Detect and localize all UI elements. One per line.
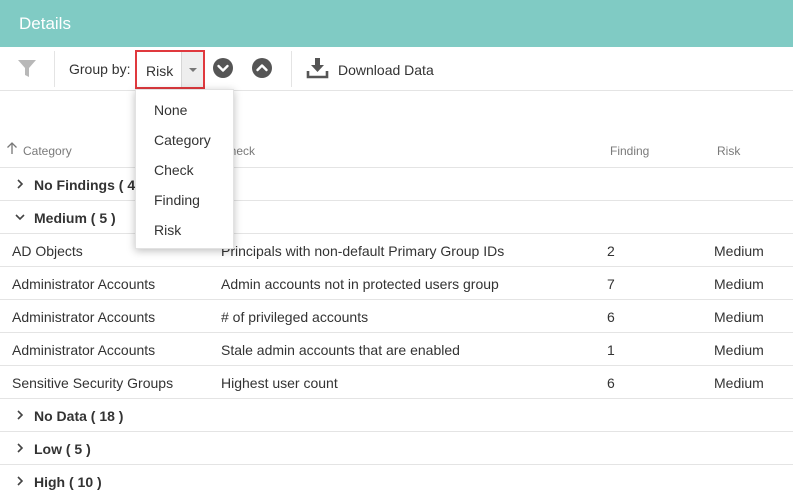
group-label: High ( 10 ) xyxy=(34,474,102,490)
table-header: Category Check Finding Risk xyxy=(0,134,793,168)
chevron-right-icon xyxy=(17,443,24,453)
cell-finding: 7 xyxy=(607,276,615,292)
group-by-select[interactable]: Risk xyxy=(135,50,205,89)
panel-header: Details xyxy=(0,0,793,47)
toolbar: Group by: Risk Download Data xyxy=(0,47,793,91)
group-row-low[interactable]: Low ( 5 ) xyxy=(0,432,793,465)
group-row-no-findings[interactable]: No Findings ( 4 xyxy=(0,168,793,201)
table-row[interactable]: Administrator Accounts Stale admin accou… xyxy=(0,333,793,366)
group-row-medium[interactable]: Medium ( 5 ) xyxy=(0,201,793,234)
cell-check: Admin accounts not in protected users gr… xyxy=(221,276,499,292)
dropdown-arrow-icon[interactable] xyxy=(181,52,203,87)
cell-finding: 6 xyxy=(607,309,615,325)
collapse-all-button[interactable] xyxy=(252,58,272,78)
dropdown-option-finding[interactable]: Finding xyxy=(154,192,200,208)
dropdown-option-risk[interactable]: Risk xyxy=(154,222,181,238)
table-row[interactable]: AD Objects Principals with non-default P… xyxy=(0,234,793,267)
cell-check: Stale admin accounts that are enabled xyxy=(221,342,460,358)
chevron-down-circle-icon xyxy=(217,64,229,72)
cell-category: Administrator Accounts xyxy=(12,342,156,358)
cell-risk: Medium xyxy=(714,375,764,391)
column-header-category[interactable]: Category xyxy=(23,144,72,158)
cell-finding: 2 xyxy=(607,243,615,259)
table-row[interactable]: Administrator Accounts Admin accounts no… xyxy=(0,267,793,300)
cell-category: AD Objects xyxy=(12,243,83,259)
cell-finding: 1 xyxy=(607,342,615,358)
filter-button[interactable] xyxy=(14,58,40,80)
group-label: No Data ( 18 ) xyxy=(34,408,124,424)
cell-finding: 6 xyxy=(607,375,615,391)
cell-risk: Medium xyxy=(714,309,764,325)
group-by-label: Group by: xyxy=(69,61,131,77)
cell-category: Sensitive Security Groups xyxy=(12,375,174,391)
cell-check: # of privileged accounts xyxy=(221,309,369,325)
cell-risk: Medium xyxy=(714,243,764,259)
cell-category: Administrator Accounts xyxy=(12,276,156,292)
group-row-no-data[interactable]: No Data ( 18 ) xyxy=(0,399,793,432)
download-data-label: Download Data xyxy=(338,62,434,78)
download-icon xyxy=(306,58,329,79)
chevron-up-circle-icon xyxy=(256,64,268,72)
toolbar-divider xyxy=(291,51,292,87)
table-row[interactable]: Sensitive Security Groups Highest user c… xyxy=(0,366,793,399)
group-label: No Findings ( 4 xyxy=(34,177,136,193)
dropdown-option-category[interactable]: Category xyxy=(154,132,211,148)
arrow-up-icon[interactable] xyxy=(6,141,18,155)
group-row-high[interactable]: High ( 10 ) xyxy=(0,465,793,490)
cell-risk: Medium xyxy=(714,276,764,292)
filter-icon xyxy=(18,60,36,77)
group-label: Medium ( 5 ) xyxy=(34,210,116,226)
column-header-risk[interactable]: Risk xyxy=(717,144,740,158)
chevron-right-icon xyxy=(17,179,24,189)
table-row[interactable]: Administrator Accounts # of privileged a… xyxy=(0,300,793,333)
chevron-right-icon xyxy=(17,476,24,486)
group-label: Low ( 5 ) xyxy=(34,441,91,457)
column-header-finding[interactable]: Finding xyxy=(610,144,649,158)
group-by-dropdown: None Category Check Finding Risk xyxy=(135,89,234,249)
panel-title: Details xyxy=(19,14,71,33)
dropdown-option-check[interactable]: Check xyxy=(154,162,194,178)
chevron-right-icon xyxy=(17,410,24,420)
cell-check: Highest user count xyxy=(221,375,338,391)
expand-all-button[interactable] xyxy=(213,58,233,78)
dropdown-option-none[interactable]: None xyxy=(154,102,187,118)
cell-check: Principals with non-default Primary Grou… xyxy=(221,243,505,259)
toolbar-divider xyxy=(54,51,55,87)
chevron-down-icon xyxy=(15,214,25,221)
cell-risk: Medium xyxy=(714,342,764,358)
group-by-value: Risk xyxy=(146,63,174,79)
cell-category: Administrator Accounts xyxy=(12,309,156,325)
